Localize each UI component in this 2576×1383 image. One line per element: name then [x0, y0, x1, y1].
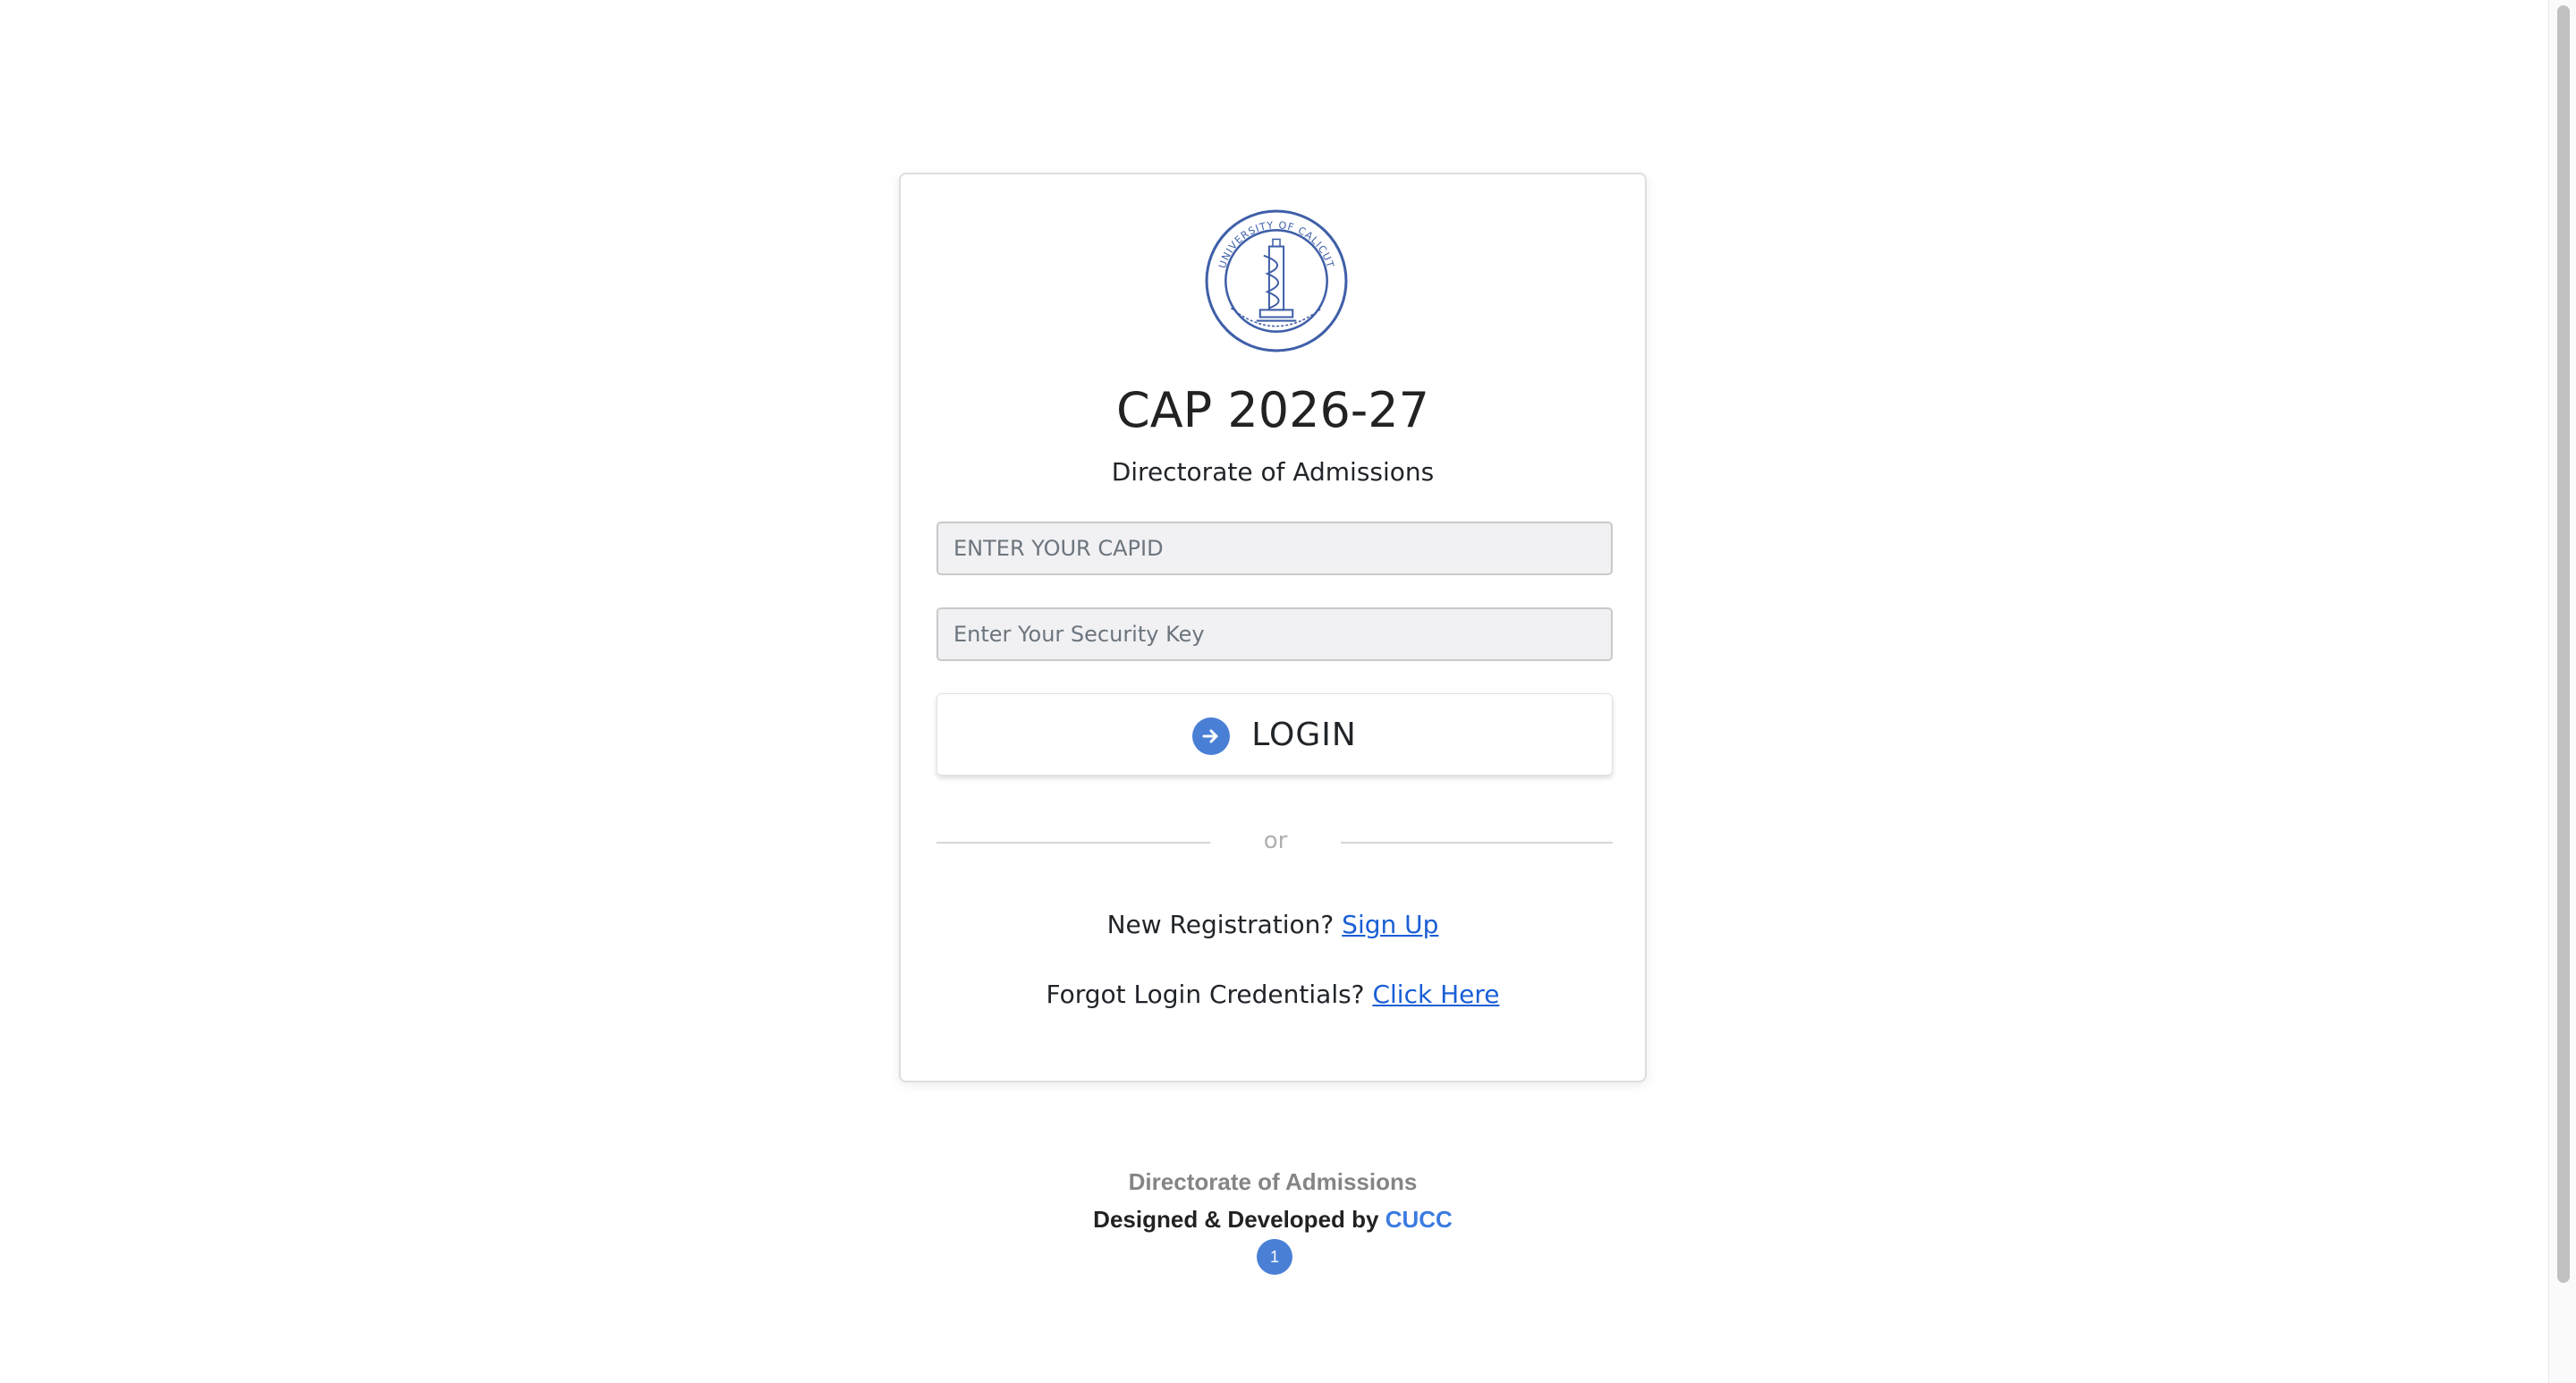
registration-text: New Registration?	[1106, 910, 1335, 939]
vertical-scrollbar[interactable]	[2548, 0, 2576, 1383]
login-button-label: LOGIN	[1251, 716, 1357, 753]
login-page: UNIVERSITY OF CALICUT CAP 2026-27 Direct…	[0, 0, 2576, 1383]
arrow-right-circle-icon	[1192, 717, 1231, 755]
login-card: UNIVERSITY OF CALICUT CAP 2026-27 Direct…	[899, 173, 1647, 1082]
scrollbar-thumb[interactable]	[2557, 5, 2570, 1283]
page-subtitle: Directorate of Admissions	[1111, 457, 1435, 487]
capid-input[interactable]	[936, 522, 1613, 575]
page-title: CAP 2026-27	[1116, 382, 1429, 438]
footer-brand: CUCC	[1385, 1206, 1453, 1233]
forgot-credentials-line: Forgot Login Credentials? Click Here	[901, 980, 1645, 1009]
security-key-input[interactable]	[936, 607, 1613, 661]
footer-credits: Designed & Developed by CUCC	[899, 1206, 1647, 1234]
login-button[interactable]: LOGIN	[936, 693, 1613, 776]
footer-directorate: Directorate of Admissions	[1128, 1168, 1418, 1195]
registration-line: New Registration? Sign Up	[901, 910, 1645, 939]
footer-designed-by: Designed & Developed by	[1093, 1206, 1379, 1233]
divider-left	[936, 842, 1210, 844]
signup-link[interactable]: Sign Up	[1342, 910, 1438, 939]
page-number-badge: 1	[1257, 1239, 1292, 1275]
divider-or: or	[1263, 827, 1288, 854]
click-here-link[interactable]: Click Here	[1372, 980, 1499, 1009]
university-seal-logo: UNIVERSITY OF CALICUT	[1205, 209, 1348, 352]
divider-right	[1341, 842, 1613, 844]
forgot-credentials-text: Forgot Login Credentials?	[1046, 980, 1365, 1009]
